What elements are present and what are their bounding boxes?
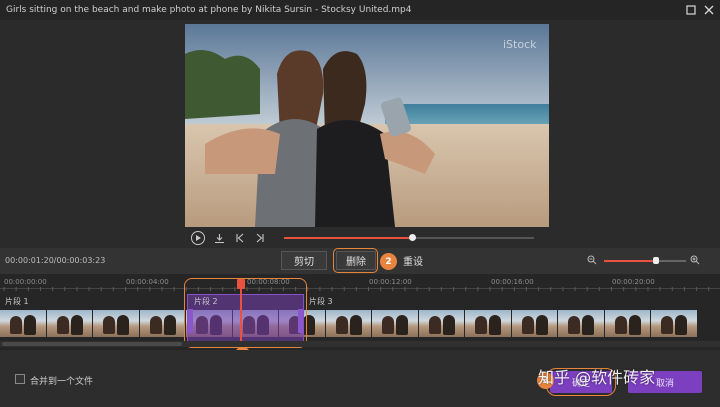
filmstrip-frame bbox=[139, 310, 185, 337]
filmstrip-frame bbox=[46, 310, 92, 337]
filmstrip-frame bbox=[418, 310, 464, 337]
video-preview: iStock bbox=[185, 24, 549, 227]
annotation-badge-2: 2 bbox=[380, 253, 397, 270]
playback-progress-bar[interactable] bbox=[284, 234, 534, 241]
close-icon[interactable] bbox=[702, 3, 716, 17]
video-trim-window: Girls sitting on the beach and make phot… bbox=[0, 0, 720, 407]
player-controls bbox=[185, 229, 549, 247]
timeline-scrollbar[interactable] bbox=[0, 341, 720, 347]
window-title: Girls sitting on the beach and make phot… bbox=[6, 5, 412, 15]
tick-label: 00:00:12:00 bbox=[369, 278, 412, 286]
title-bar: Girls sitting on the beach and make phot… bbox=[0, 0, 720, 20]
tick-label: 00:00:00:00 bbox=[4, 278, 47, 286]
bottom-bar: 合并到一个文件 确定 3 取消 知乎 @软件砖家 bbox=[0, 350, 720, 407]
filmstrip-frame bbox=[651, 310, 697, 337]
filmstrip bbox=[0, 310, 708, 337]
zoom-slider-fill bbox=[604, 260, 656, 262]
cut-button[interactable]: 剪切 bbox=[281, 251, 327, 270]
zhihu-watermark: 知乎 @软件砖家 bbox=[538, 368, 656, 387]
video-frame-image: iStock bbox=[185, 24, 549, 227]
playback-progress-fill bbox=[284, 237, 412, 239]
tick-label: 00:00:04:00 bbox=[126, 278, 169, 286]
reset-button[interactable]: 重设 bbox=[398, 251, 428, 270]
previous-frame-icon[interactable] bbox=[233, 231, 247, 245]
zoom-in-icon[interactable] bbox=[689, 254, 701, 266]
delete-highlight bbox=[333, 248, 378, 273]
segment-label-1: 片段 1 bbox=[5, 297, 29, 306]
filmstrip-frame bbox=[93, 310, 139, 337]
filmstrip-frame bbox=[0, 310, 46, 337]
play-icon[interactable] bbox=[191, 231, 205, 245]
timecode-readout: 00:00:01:20/00:00:03:23 bbox=[5, 256, 106, 265]
video-watermark: iStock bbox=[503, 38, 537, 51]
filmstrip-frame bbox=[465, 310, 511, 337]
zoom-slider[interactable] bbox=[604, 257, 686, 264]
merge-checkbox[interactable] bbox=[15, 374, 25, 384]
time-ruler: 00:00:00:00 00:00:04:00 00:00:08:00 00:0… bbox=[0, 274, 720, 292]
filmstrip-frame bbox=[372, 310, 418, 337]
edit-toolbar: 00:00:01:20/00:00:03:23 剪切 删除 2 重设 bbox=[0, 248, 720, 274]
segment-highlight bbox=[184, 278, 307, 348]
tick-label: 00:00:20:00 bbox=[612, 278, 655, 286]
snapshot-icon[interactable] bbox=[212, 231, 226, 245]
next-frame-icon[interactable] bbox=[253, 231, 267, 245]
filmstrip-frame bbox=[325, 310, 371, 337]
ruler-minor-ticks bbox=[3, 287, 710, 291]
segment-label-3: 片段 3 bbox=[309, 297, 333, 306]
timeline-scroll-thumb[interactable] bbox=[2, 342, 182, 346]
playback-progress-knob[interactable] bbox=[408, 234, 416, 241]
merge-label: 合并到一个文件 bbox=[30, 377, 94, 387]
timeline[interactable]: 00:00:00:00 00:00:04:00 00:00:08:00 00:0… bbox=[0, 274, 720, 350]
filmstrip-frame bbox=[604, 310, 650, 337]
zoom-out-icon[interactable] bbox=[586, 254, 598, 266]
zoom-slider-knob[interactable] bbox=[652, 257, 659, 264]
filmstrip-frame bbox=[511, 310, 557, 337]
maximize-icon[interactable] bbox=[684, 3, 698, 17]
filmstrip-frame bbox=[558, 310, 604, 337]
tick-label: 00:00:16:00 bbox=[491, 278, 534, 286]
